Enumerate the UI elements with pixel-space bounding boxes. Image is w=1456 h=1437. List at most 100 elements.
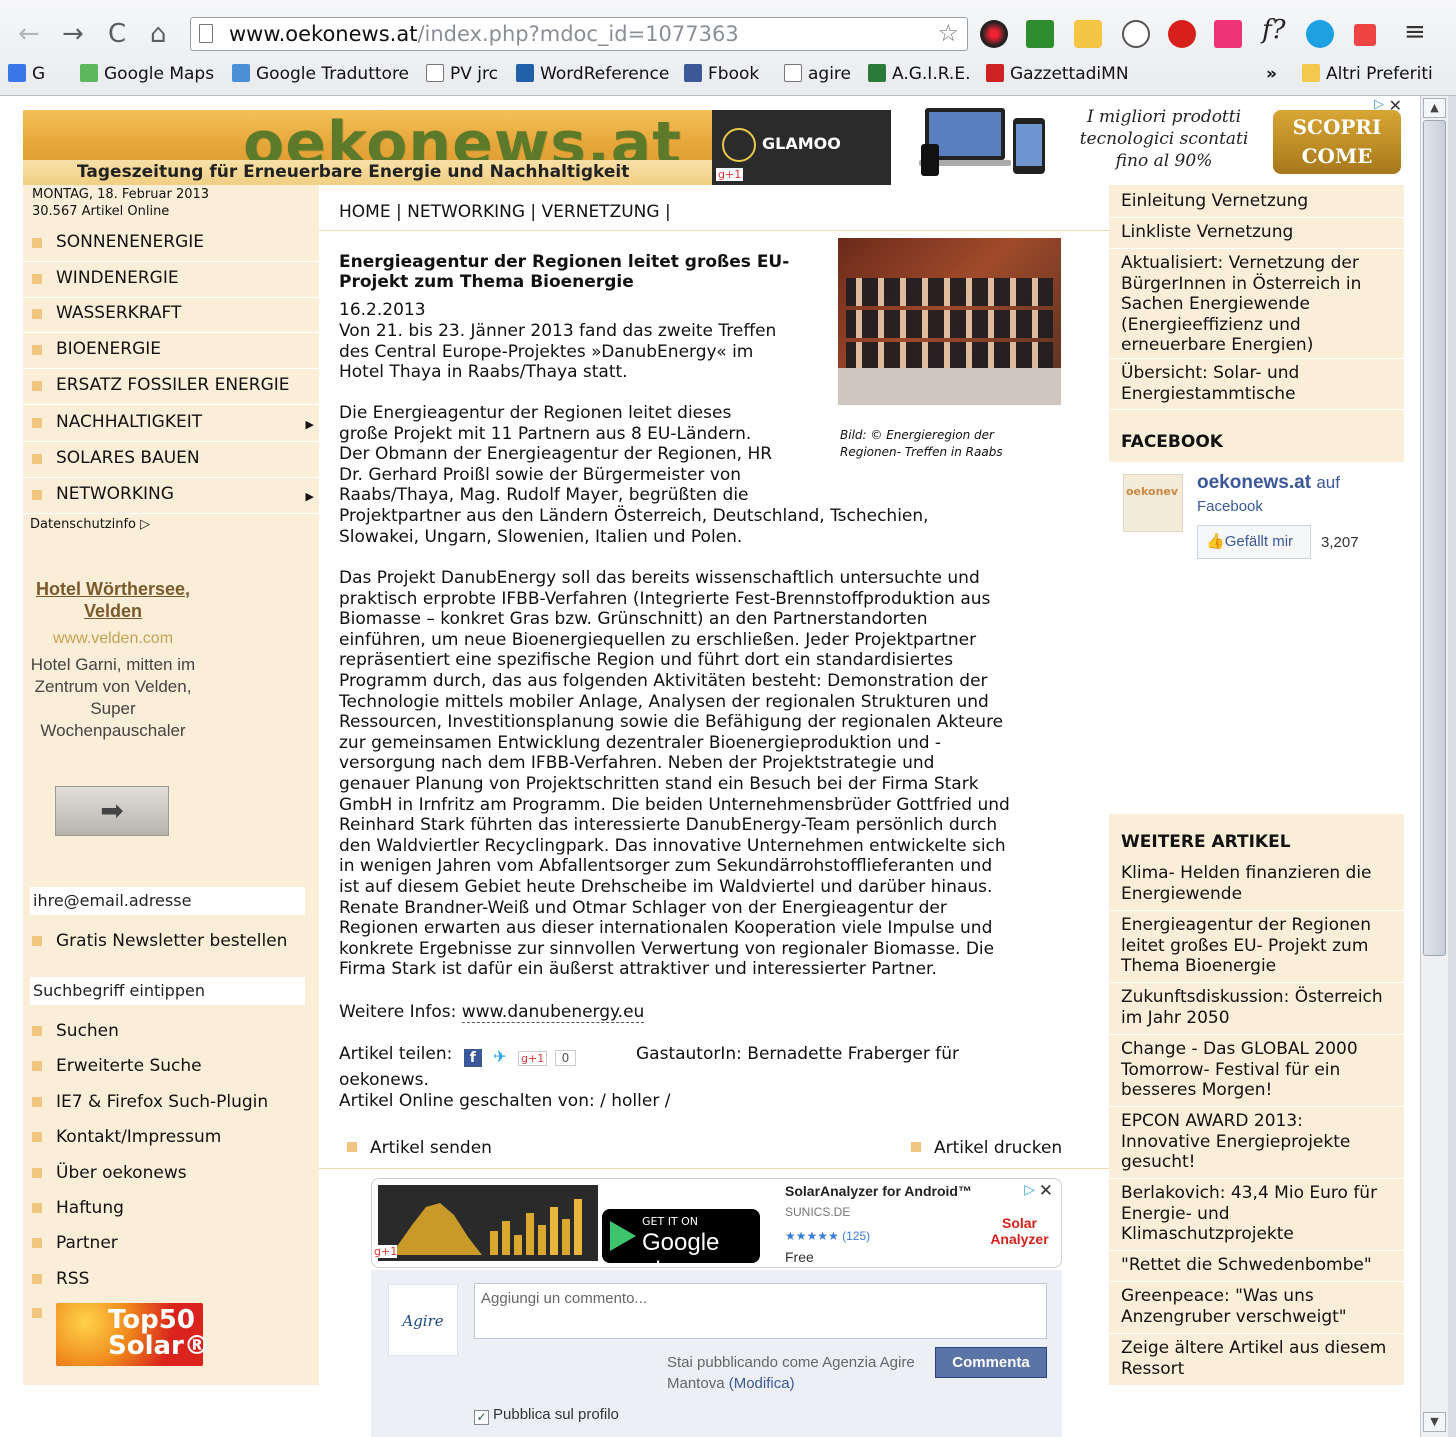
hotel-arrow-button[interactable]: ➡ bbox=[55, 786, 169, 836]
link-such-plugin[interactable]: IE7 & Firefox Such-Plugin bbox=[23, 1092, 319, 1112]
nav-bioenergie[interactable]: BIOENERGIE bbox=[23, 333, 319, 369]
ad-chart-image bbox=[378, 1185, 598, 1261]
hotel-url[interactable]: www.velden.com bbox=[25, 630, 201, 648]
bookmark-item[interactable]: WordReference bbox=[516, 64, 669, 84]
close-icon[interactable]: ✕ bbox=[1389, 96, 1402, 115]
email-field[interactable]: ihre@email.adresse bbox=[30, 887, 305, 915]
skype-icon[interactable] bbox=[1306, 20, 1334, 48]
link-haftung[interactable]: Haftung bbox=[23, 1198, 319, 1218]
article-photo[interactable] bbox=[838, 238, 1061, 405]
comment-input[interactable]: Aggiungi un commento... bbox=[474, 1283, 1047, 1339]
nav-windenergie[interactable]: WINDENERGIE bbox=[23, 262, 319, 298]
ad-glamoo[interactable]: GLAMOO g+1 bbox=[712, 110, 891, 185]
related-article[interactable]: Greenpeace: "Was uns Anzengruber verschw… bbox=[1109, 1282, 1404, 1334]
nav-ersatz-fossiler-energie[interactable]: ERSATZ FOSSILER ENERGIE bbox=[23, 369, 319, 405]
fb-like-button[interactable]: 👍Gefällt mir bbox=[1197, 525, 1311, 559]
fb-page-name[interactable]: oekonews.at auf bbox=[1197, 472, 1340, 494]
link-ueber[interactable]: Über oekonews bbox=[23, 1163, 319, 1183]
scroll-down-icon[interactable]: ▼ bbox=[1423, 1412, 1446, 1432]
forward-icon[interactable]: → bbox=[62, 18, 84, 50]
older-articles-link[interactable]: Zeige ältere Artikel aus diesem Ressort bbox=[1109, 1334, 1404, 1386]
extension-icon[interactable] bbox=[1074, 20, 1102, 48]
reload-icon[interactable]: C bbox=[108, 18, 126, 50]
bookmark-item[interactable]: G bbox=[8, 64, 45, 84]
close-icon[interactable]: ✕ bbox=[1039, 1181, 1053, 1201]
ad-solaranalyzer[interactable]: g+1 GET IT ON Google play SolarAnalyzer … bbox=[371, 1178, 1062, 1268]
address-bar[interactable]: www.oekonews.at/index.php?mdoc_id=107736… bbox=[190, 17, 968, 51]
newsletter-link[interactable]: Gratis Newsletter bestellen bbox=[23, 931, 319, 951]
bookmark-item[interactable]: Google Traduttore bbox=[232, 64, 409, 84]
scroll-up-icon[interactable]: ▲ bbox=[1423, 98, 1446, 118]
scroll-thumb[interactable] bbox=[1423, 120, 1446, 956]
nav-wasserkraft[interactable]: WASSERKRAFT bbox=[23, 297, 319, 333]
home-icon[interactable]: ⌂ bbox=[150, 18, 167, 50]
recycle-icon[interactable] bbox=[1122, 20, 1150, 48]
related-article[interactable]: Zukunftsdiskussion: Österreich im Jahr 2… bbox=[1109, 983, 1404, 1035]
extension-icon[interactable] bbox=[1026, 20, 1054, 48]
other-bookmarks[interactable]: Altri Preferiti bbox=[1302, 64, 1433, 84]
formula-icon[interactable]: f? bbox=[1262, 14, 1286, 46]
print-article-link[interactable]: Artikel drucken bbox=[911, 1138, 1062, 1158]
ad-cta-button[interactable]: SCOPRI COME bbox=[1273, 110, 1401, 174]
fb-sub[interactable]: Facebook bbox=[1197, 498, 1263, 515]
bookmark-item[interactable]: Fbook bbox=[684, 64, 759, 84]
bookmark-item[interactable]: agire bbox=[784, 64, 851, 84]
related-article[interactable]: Klima- Helden finanzieren die Energiewen… bbox=[1109, 859, 1404, 911]
comment-button[interactable]: Commenta bbox=[935, 1347, 1047, 1378]
send-article-link[interactable]: Artikel senden bbox=[347, 1138, 492, 1158]
gplus-icon[interactable]: g+1 bbox=[716, 168, 744, 181]
ad-brand: GLAMOO bbox=[762, 134, 841, 153]
fb-page-logo[interactable]: oekonev bbox=[1123, 474, 1183, 532]
calendar-icon[interactable] bbox=[1354, 24, 1376, 46]
right-link[interactable]: Linkliste Vernetzung bbox=[1109, 218, 1404, 249]
bookmarks-overflow[interactable]: » bbox=[1266, 64, 1277, 84]
gplus-icon[interactable]: g+1 bbox=[518, 1051, 548, 1066]
right-link[interactable]: Aktualisiert: Vernetzung der BürgerInnen… bbox=[1109, 249, 1404, 359]
danubenergy-link[interactable]: www.danubenergy.eu bbox=[461, 1002, 645, 1023]
right-link[interactable]: Einleitung Vernetzung bbox=[1109, 187, 1404, 218]
link-rss[interactable]: RSS bbox=[23, 1269, 319, 1289]
publish-checkbox[interactable]: ✓ Pubblica sul profilo bbox=[474, 1406, 619, 1425]
extension-icon[interactable] bbox=[1214, 20, 1242, 48]
bookmark-item[interactable]: GazzettadiMN bbox=[986, 64, 1129, 84]
related-article[interactable]: "Rettet die Schwedenbombe" bbox=[1109, 1251, 1404, 1282]
nav-networking[interactable]: NETWORKING ▶ bbox=[23, 478, 319, 514]
link-partner[interactable]: Partner bbox=[23, 1233, 319, 1253]
back-icon[interactable]: ← bbox=[18, 18, 40, 50]
nav-solares-bauen[interactable]: SOLARES BAUEN bbox=[23, 442, 319, 478]
extension-icon[interactable] bbox=[980, 20, 1008, 48]
modify-link[interactable]: (Modifica) bbox=[729, 1375, 795, 1392]
adchoices-icon[interactable]: ▷ bbox=[1024, 1182, 1035, 1198]
bookmark-item[interactable]: PV jrc bbox=[426, 64, 498, 84]
adchoices-icon[interactable]: ▷ bbox=[1374, 97, 1384, 112]
link-kontakt[interactable]: Kontakt/Impressum bbox=[23, 1127, 319, 1147]
related-article[interactable]: Change - Das GLOBAL 2000 Tomorrow- Festi… bbox=[1109, 1035, 1404, 1107]
top50-solar-badge[interactable]: Top50 Solar® bbox=[56, 1303, 210, 1366]
link-suchen[interactable]: Suchen bbox=[23, 1021, 319, 1041]
hotel-title[interactable]: Hotel Wörthersee, Velden bbox=[25, 578, 201, 622]
vertical-scrollbar[interactable]: ▲ ▼ bbox=[1420, 96, 1448, 1437]
link-erweiterte-suche[interactable]: Erweiterte Suche bbox=[23, 1056, 319, 1076]
google-play-badge[interactable]: GET IT ON Google play bbox=[602, 1209, 760, 1267]
nav-sonnenenergie[interactable]: SONNENENERGIE bbox=[23, 226, 319, 262]
bookmark-item[interactable]: A.G.I.R.E. bbox=[868, 64, 970, 84]
breadcrumb[interactable]: HOME | NETWORKING | VERNETZUNG | bbox=[339, 202, 671, 222]
related-article[interactable]: EPCON AWARD 2013: Innovative Energieproj… bbox=[1109, 1107, 1404, 1179]
gplus-icon[interactable]: g+1 bbox=[374, 1245, 398, 1258]
search-input[interactable]: Suchbegriff eintippen bbox=[30, 977, 305, 1005]
nav-nachhaltigkeit[interactable]: NACHHALTIGKEIT ▶ bbox=[23, 406, 319, 442]
datenschutz-link[interactable]: Datenschutzinfo ▷ bbox=[30, 517, 150, 532]
checkbox-checked-icon[interactable]: ✓ bbox=[474, 1410, 489, 1425]
bookmark-star-icon[interactable]: ☆ bbox=[937, 19, 959, 47]
twitter-share-icon[interactable]: ✈ bbox=[493, 1047, 506, 1066]
related-article[interactable]: Energieagentur der Regionen leitet große… bbox=[1109, 911, 1404, 983]
bookmark-item[interactable]: Google Maps bbox=[80, 64, 214, 84]
related-article[interactable]: Berlakovich: 43,4 Mio Euro für Energie- … bbox=[1109, 1179, 1404, 1251]
ad-title[interactable]: SolarAnalyzer for Android™ bbox=[785, 1183, 972, 1199]
ad-banner-top[interactable]: I migliori prodotti tecnologici scontati… bbox=[891, 96, 1404, 185]
right-link[interactable]: Übersicht: Solar- und Energiestammtische bbox=[1109, 359, 1404, 410]
adblock-icon[interactable] bbox=[1168, 20, 1196, 48]
hotel-ad[interactable]: Hotel Wörthersee, Velden www.velden.com … bbox=[25, 578, 201, 742]
menu-icon[interactable]: ≡ bbox=[1404, 16, 1426, 48]
facebook-share-icon[interactable]: f bbox=[463, 1049, 482, 1067]
